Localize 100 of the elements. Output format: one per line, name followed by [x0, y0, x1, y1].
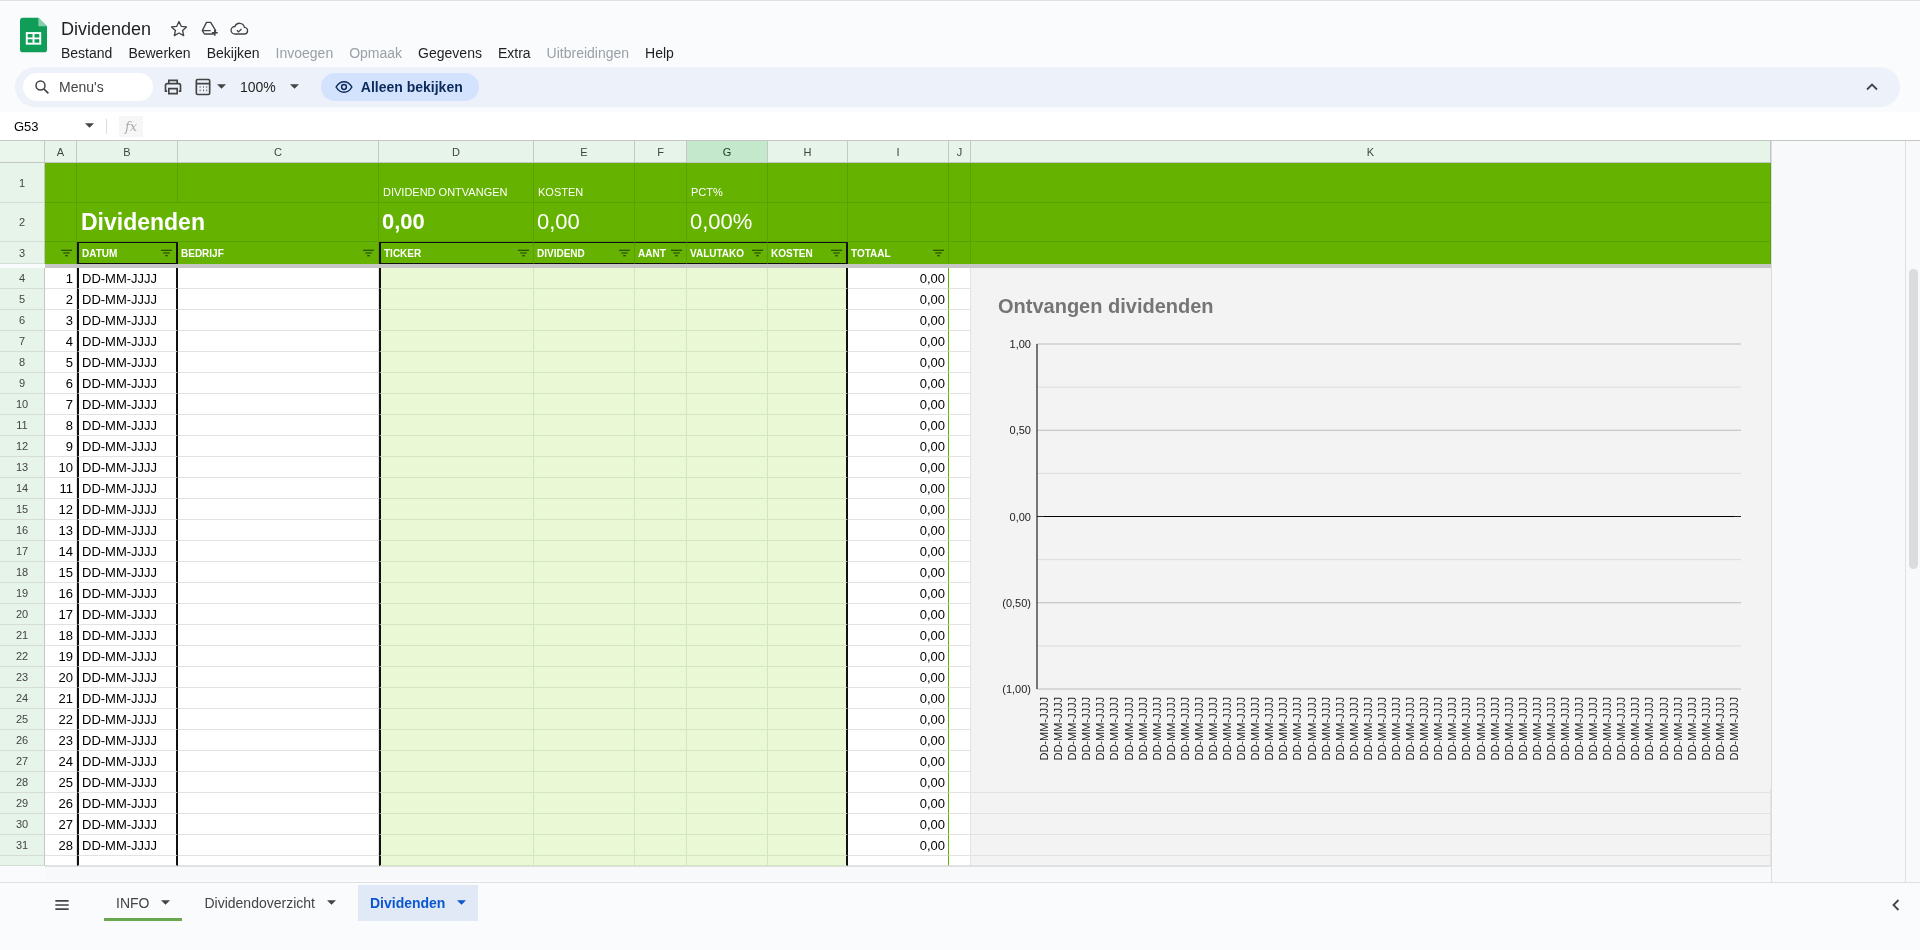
row-header[interactable]: 23 — [0, 667, 45, 688]
sheet-tab[interactable]: Dividendoverzicht — [192, 885, 348, 921]
star-icon[interactable] — [169, 19, 190, 39]
menu-item[interactable]: Bekijken — [206, 45, 260, 61]
row-header[interactable]: 12 — [0, 436, 45, 457]
filter-icon[interactable] — [363, 249, 374, 257]
x-axis-label: DD-MM-JJJJ — [1277, 697, 1290, 761]
row-header[interactable]: 31 — [0, 835, 45, 856]
column-header[interactable]: E — [534, 141, 635, 163]
row-header[interactable]: 30 — [0, 814, 45, 835]
row-header[interactable]: 6 — [0, 310, 45, 331]
table-cell: DD-MM-JJJJ — [77, 331, 178, 352]
caret-icon — [217, 84, 226, 90]
column-header[interactable]: J — [949, 141, 971, 163]
x-axis-label: DD-MM-JJJJ — [1052, 697, 1065, 761]
x-axis-label: DD-MM-JJJJ — [1066, 697, 1079, 761]
row-header[interactable]: 15 — [0, 499, 45, 520]
menu-item[interactable]: Extra — [497, 45, 531, 61]
table-cell: 0,00 — [848, 289, 949, 310]
column-header[interactable]: A — [45, 141, 77, 163]
row-header[interactable]: 27 — [0, 751, 45, 772]
x-axis-label: DD-MM-JJJJ — [1727, 697, 1740, 761]
table-cell: 0,00 — [848, 520, 949, 541]
menu-item[interactable]: Bewerken — [128, 45, 191, 61]
table-cell: DD-MM-JJJJ — [77, 457, 178, 478]
row-header[interactable]: 3 — [0, 242, 45, 264]
row-header[interactable]: 13 — [0, 457, 45, 478]
table-cell: 4 — [45, 331, 77, 352]
column-header[interactable]: G — [687, 141, 768, 163]
menu-item[interactable]: Bestand — [61, 45, 113, 61]
line-chart[interactable] — [971, 269, 1771, 789]
sheet-tab[interactable]: INFO — [104, 885, 183, 921]
table-cell: 0,00 — [848, 436, 949, 457]
row-header[interactable]: 26 — [0, 730, 45, 751]
row-header[interactable]: 19 — [0, 583, 45, 604]
filter-icon[interactable] — [619, 249, 630, 257]
search-field[interactable]: Menu's — [23, 73, 153, 101]
row-header[interactable]: 17 — [0, 541, 45, 562]
row-header[interactable]: 14 — [0, 478, 45, 499]
filter-icon[interactable] — [831, 249, 842, 257]
row-header[interactable]: 2 — [0, 203, 45, 242]
row-header[interactable]: 8 — [0, 352, 45, 373]
filter-icon[interactable] — [671, 249, 682, 257]
x-axis-label: DD-MM-JJJJ — [1094, 697, 1107, 761]
row-header[interactable]: 10 — [0, 394, 45, 415]
sheets-logo-icon[interactable] — [20, 17, 47, 53]
row-header[interactable]: 5 — [0, 289, 45, 310]
zoom-dropdown[interactable]: 100% — [240, 79, 299, 95]
calculator-icon — [193, 77, 213, 97]
column-title: DIVIDEND — [537, 247, 585, 259]
document-title[interactable]: Dividenden — [61, 18, 152, 40]
sheet-tab[interactable]: Dividenden — [357, 885, 479, 921]
filter-icon[interactable] — [752, 249, 763, 257]
row-header[interactable]: 9 — [0, 373, 45, 394]
column-header[interactable]: I — [848, 141, 949, 163]
vertical-scrollbar[interactable] — [1905, 141, 1920, 882]
name-box[interactable]: G53 — [14, 118, 107, 134]
row-header[interactable]: 22 — [0, 646, 45, 667]
row-header[interactable]: 11 — [0, 415, 45, 436]
row-header[interactable]: 4 — [0, 268, 45, 289]
row-header[interactable]: 21 — [0, 625, 45, 646]
table-cell: DD-MM-JJJJ — [77, 793, 178, 814]
filter-icon[interactable] — [61, 249, 72, 257]
menu-item[interactable]: Help — [645, 45, 674, 61]
drive-add-icon[interactable] — [199, 19, 220, 39]
x-axis-label: DD-MM-JJJJ — [1235, 697, 1248, 761]
caret-icon — [326, 900, 336, 906]
table-cell: DD-MM-JJJJ — [77, 646, 178, 667]
table-cell: 0,00 — [848, 268, 949, 289]
row-header[interactable]: 20 — [0, 604, 45, 625]
calculator-dropdown[interactable] — [193, 77, 226, 97]
row-header[interactable]: 16 — [0, 520, 45, 541]
column-header[interactable]: C — [178, 141, 379, 163]
column-title: VALUTAKO — [690, 247, 745, 259]
row-header[interactable]: 25 — [0, 709, 45, 730]
table-cell: 7 — [45, 394, 77, 415]
filter-icon[interactable] — [518, 249, 529, 257]
row-header[interactable]: 18 — [0, 562, 45, 583]
row-header[interactable]: 1 — [0, 163, 45, 203]
row-header[interactable]: 24 — [0, 688, 45, 709]
row-header[interactable]: 7 — [0, 331, 45, 352]
menu-item[interactable]: Gegevens — [418, 45, 482, 61]
filter-icon[interactable] — [161, 249, 172, 257]
scrollbar-thumb[interactable] — [1909, 269, 1918, 569]
row-header[interactable]: 28 — [0, 772, 45, 793]
table-cell: 0,00 — [848, 730, 949, 751]
column-header[interactable]: K — [971, 141, 1771, 163]
column-header[interactable]: D — [379, 141, 534, 163]
table-cell: 0,00 — [848, 310, 949, 331]
column-header[interactable]: F — [635, 141, 687, 163]
x-axis-label: DD-MM-JJJJ — [1516, 697, 1529, 761]
view-only-button[interactable]: Alleen bekijken — [320, 73, 479, 101]
x-axis-label: DD-MM-JJJJ — [1587, 697, 1600, 761]
column-header[interactable]: B — [77, 141, 178, 163]
filter-icon[interactable] — [933, 249, 944, 257]
table-cell: 28 — [45, 835, 77, 856]
row-header[interactable]: 29 — [0, 793, 45, 814]
table-cell: DD-MM-JJJJ — [77, 499, 178, 520]
print-icon[interactable] — [163, 77, 183, 97]
column-header[interactable]: H — [768, 141, 848, 163]
